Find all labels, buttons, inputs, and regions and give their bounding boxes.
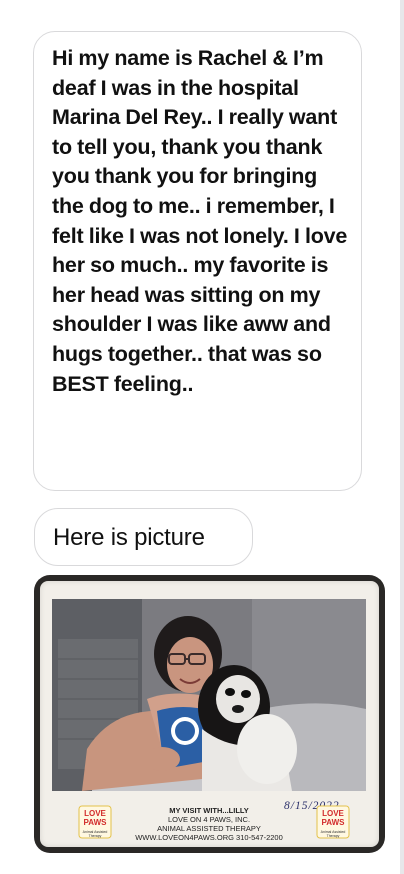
- photo-illustration: [52, 599, 366, 791]
- photo-message[interactable]: LOVE PAWS Animal Assisted Therapy MY VIS…: [34, 575, 385, 853]
- logo-sub: Animal Assisted Therapy: [320, 830, 346, 838]
- therapy-dog-photo: [52, 599, 366, 791]
- message-bubble-2[interactable]: Here is picture: [34, 508, 253, 566]
- right-edge-divider: [400, 0, 404, 874]
- logo-line1: LOVE: [322, 809, 344, 818]
- love-4-paws-logo-right: LOVE PAWS Animal Assisted Therapy: [316, 805, 350, 839]
- photo-print-card: LOVE PAWS Animal Assisted Therapy MY VIS…: [40, 581, 379, 847]
- message-text: Hi my name is Rachel & I’m deaf I was in…: [52, 46, 348, 396]
- message-bubble-1[interactable]: Hi my name is Rachel & I’m deaf I was in…: [33, 31, 362, 491]
- message-text: Here is picture: [53, 524, 205, 551]
- logo-line3: PAWS: [321, 818, 345, 827]
